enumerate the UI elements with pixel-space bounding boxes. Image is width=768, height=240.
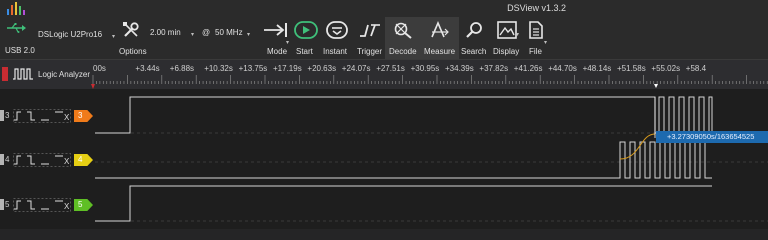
waveform-area[interactable]: 3 X 3 4 X 4 5 X 5 <box>0 89 768 229</box>
title-bar: DSView v1.3.2 <box>0 0 768 17</box>
trigger-icon <box>360 24 380 37</box>
timeline-header: Logic Analyzer 00s +3.44s +6.88s +10.32s +13… <box>0 59 768 90</box>
usb-icon[interactable] <box>6 23 26 33</box>
channel-3-number: 3 <box>5 111 10 120</box>
channel-5-number: 5 <box>5 200 10 209</box>
panel-title: Logic Analyzer <box>38 70 91 79</box>
panel-marker <box>2 67 8 81</box>
channel-5-header[interactable]: 5 X 5 <box>0 194 93 216</box>
mode-button[interactable]: Mode ▾ <box>262 17 292 59</box>
instant-icon <box>326 21 348 39</box>
time-ruler[interactable]: 00s +3.44s +6.88s +10.32s +13.75s +17.19s +20.… <box>91 60 768 90</box>
channel-4-grip[interactable] <box>0 154 4 165</box>
channel-3-header[interactable]: 3 X 3 <box>0 105 93 127</box>
decode-icon <box>394 22 412 39</box>
channel-3-tag[interactable]: 3 <box>74 110 93 122</box>
trigger-label: Trigger <box>357 47 383 56</box>
file-label: File <box>529 47 542 56</box>
trigger-options-icon[interactable]: X <box>13 109 71 123</box>
channel-5-wave <box>95 185 712 222</box>
display-label: Display <box>493 47 520 56</box>
measure-button[interactable]: Measure <box>422 17 456 59</box>
measure-icon <box>431 21 449 38</box>
channel-4-number: 4 <box>5 155 10 164</box>
trigger-options-icon[interactable]: X <box>13 198 71 212</box>
device-dropdown-icon[interactable]: ▾ <box>112 33 115 40</box>
mode-label: Mode <box>267 47 288 56</box>
window-title: DSView v1.3.2 <box>507 3 566 13</box>
channel-5-tag[interactable]: 5 <box>74 199 93 211</box>
at-sign: @ <box>202 28 211 37</box>
cursor-marker-icon[interactable] <box>654 84 658 88</box>
sample-rate-select[interactable]: 50 MHz <box>215 28 243 42</box>
wrench-screwdriver-icon <box>123 22 139 37</box>
channel-4-wave <box>95 141 712 179</box>
device-select[interactable]: DSLogic U2Pro16 <box>38 30 102 44</box>
display-dropdown-icon: ▾ <box>516 32 520 38</box>
channel-5-grip[interactable] <box>0 199 4 210</box>
app-logo-icon <box>7 2 25 15</box>
channel-4-tag[interactable]: 4 <box>74 154 93 166</box>
cursor-measurement-label[interactable]: +3.27309050s/163654525 <box>656 131 768 143</box>
file-dropdown-icon: ▾ <box>544 40 548 46</box>
search-label: Search <box>461 47 487 56</box>
search-icon <box>466 22 482 38</box>
options-button[interactable]: Options <box>116 17 148 59</box>
instant-label: Instant <box>323 47 348 56</box>
sample-rate-dropdown-icon[interactable]: ▾ <box>247 31 250 38</box>
measure-label: Measure <box>424 47 456 56</box>
display-button[interactable]: Display ▾ <box>492 17 522 59</box>
file-icon <box>529 21 543 39</box>
decode-label: Decode <box>389 47 417 56</box>
options-label: Options <box>119 47 147 56</box>
logic-analyzer-icon <box>13 68 33 80</box>
mode-dropdown-icon: ▾ <box>286 40 290 46</box>
play-icon <box>294 21 318 39</box>
ruler-ticks <box>91 75 768 89</box>
trigger-button[interactable]: Trigger <box>355 17 385 59</box>
duration-select[interactable]: 2.00 min <box>150 28 181 42</box>
main-toolbar: USB 2.0 DSLogic U2Pro16 ▾ Options 2.00 m… <box>0 17 768 59</box>
trigger-options-icon[interactable]: X <box>13 153 71 167</box>
search-button[interactable]: Search <box>460 17 488 59</box>
waveform-canvas <box>95 96 768 222</box>
instant-button[interactable]: Instant <box>322 17 352 59</box>
svg-text:X: X <box>64 113 70 122</box>
svg-text:X: X <box>64 202 70 211</box>
decode-button[interactable]: Decode <box>387 17 419 59</box>
display-icon <box>497 21 517 39</box>
duration-dropdown-icon[interactable]: ▾ <box>191 31 194 38</box>
file-button[interactable]: File ▾ <box>524 17 554 59</box>
channel-3-wave <box>95 96 713 134</box>
channel-3-grip[interactable] <box>0 110 4 121</box>
start-label: Start <box>296 47 313 56</box>
start-button[interactable]: Start <box>292 17 320 59</box>
svg-text:X: X <box>64 157 70 166</box>
usb-connection-label: USB 2.0 <box>5 46 35 55</box>
mode-arrow-icon <box>264 23 287 37</box>
channel-4-header[interactable]: 4 X 4 <box>0 149 93 171</box>
